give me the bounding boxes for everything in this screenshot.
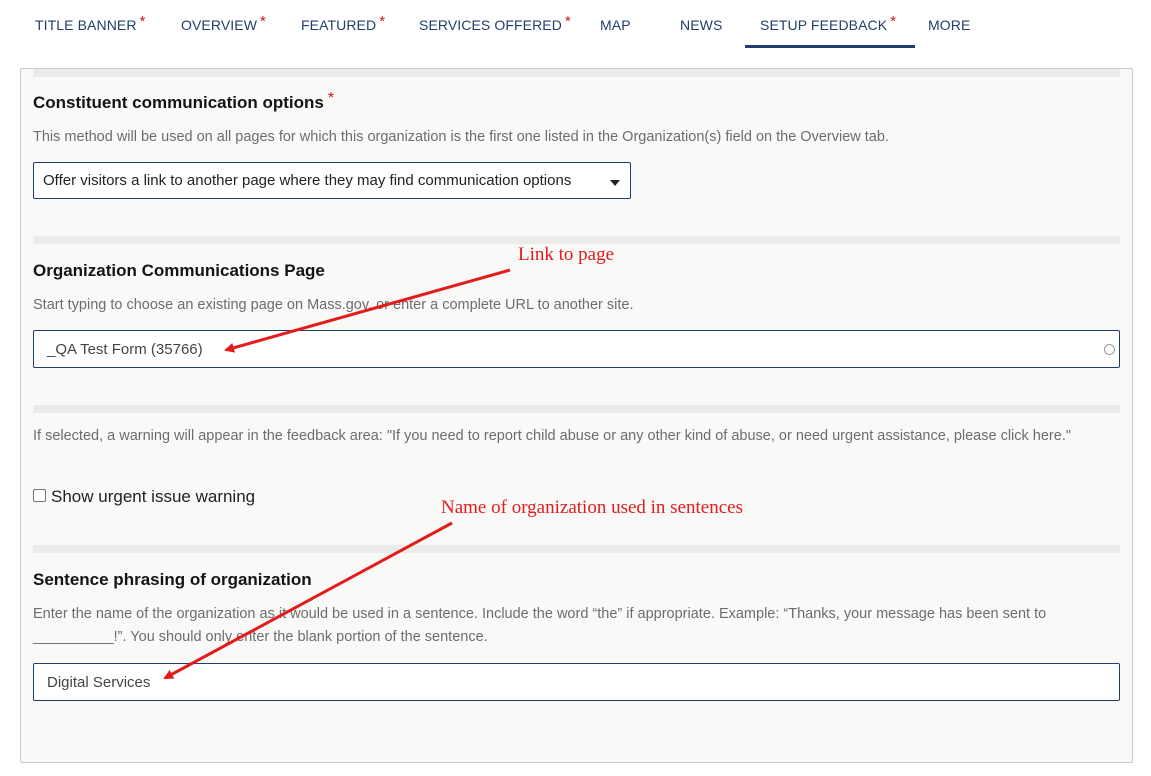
tab-label: FEATURED [301,17,377,33]
chevron-down-icon [610,180,620,186]
tab-label: NEWS [680,17,723,33]
communication-options-label: Constituent communication options * [33,90,335,113]
communications-page-description: Start typing to choose an existing page … [33,297,634,313]
annotation-org-name: Name of organization used in sentences [441,497,743,518]
input-value: Digital Services [47,674,151,691]
required-marker: * [139,13,146,30]
input-value: _QA Test Form (35766) [47,341,203,358]
autocomplete-spinner-icon [1104,344,1115,355]
tab-setup-feedback[interactable]: SETUP FEEDBACK * [745,13,916,48]
section-divider [33,405,1120,413]
tab-label: OVERVIEW [181,17,258,33]
sentence-phrasing-input[interactable]: Digital Services [33,663,1120,701]
communication-options-label-text: Constituent communication options [33,93,324,112]
required-marker: * [327,90,335,107]
section-divider [33,69,1120,77]
tab-label: TITLE BANNER [35,17,137,33]
selected-option: Offer visitors a link to another page wh… [43,172,572,189]
tab-label: MORE [928,17,971,33]
tab-label: MAP [600,17,631,33]
urgent-warning-checkbox-label: Show urgent issue warning [51,487,256,506]
annotation-link-to-page: Link to page [518,244,615,265]
required-marker: * [260,13,266,30]
tab-map[interactable]: MAP [600,17,631,47]
tab-services-offered[interactable]: SERVICES OFFERED * [419,13,571,47]
tab-bar: TITLE BANNER * OVERVIEW * FEATURED * SERVIC… [0,0,1151,50]
tab-more[interactable]: MORE [928,17,970,47]
required-marker: * [890,13,897,30]
feedback-settings-panel: Constituent communication options * This … [20,68,1133,763]
sentence-phrasing-description: Enter the name of the organization as it… [33,606,1047,645]
required-marker: * [564,13,571,30]
required-marker: * [379,13,386,30]
section-divider [33,236,1120,244]
tab-label: SETUP FEEDBACK [760,17,888,33]
tab-overview[interactable]: OVERVIEW * [181,13,266,47]
communications-page-input[interactable]: _QA Test Form (35766) [33,330,1120,368]
communication-options-description: This method will be used on all pages fo… [33,129,889,145]
tab-news[interactable]: NEWS [680,17,722,47]
communications-page-label: Organization Communications Page [33,261,325,280]
tab-featured[interactable]: FEATURED * [301,13,385,47]
urgent-warning-option[interactable]: Show urgent issue warning [33,487,255,507]
urgent-warning-checkbox[interactable] [33,489,46,502]
urgent-warning-description: If selected, a warning will appear in th… [33,428,1071,444]
tab-label: SERVICES OFFERED [419,17,562,33]
section-divider [33,545,1120,553]
communication-options-select[interactable]: Offer visitors a link to another page wh… [33,162,631,199]
sentence-phrasing-label: Sentence phrasing of organization [33,570,312,589]
tab-title-banner[interactable]: TITLE BANNER * [35,13,146,47]
